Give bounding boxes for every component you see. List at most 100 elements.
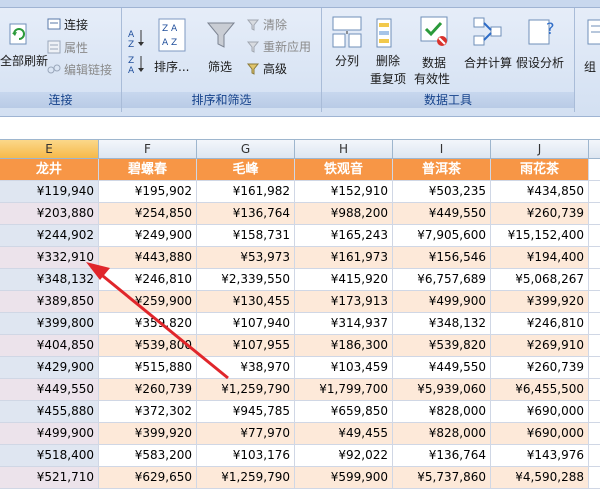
properties-button[interactable]: 属性 [64, 39, 88, 56]
clear-button[interactable]: 清除 [263, 16, 287, 33]
cell-g-row-7[interactable]: ¥107,940 [197, 313, 295, 335]
cell-g-row-8[interactable]: ¥107,955 [197, 335, 295, 357]
column-header-e[interactable]: E [0, 140, 99, 159]
cell-g-row-13[interactable]: ¥103,176 [197, 445, 295, 467]
cell-g-row-1[interactable]: ¥161,982 [197, 181, 295, 203]
consolidate-icon[interactable] [472, 16, 502, 48]
cell-e-row-7[interactable]: ¥399,800 [0, 313, 99, 335]
cell-i-row-8[interactable]: ¥539,820 [393, 335, 491, 357]
cell-h-row-13[interactable]: ¥92,022 [295, 445, 393, 467]
column-header-g[interactable]: G [197, 140, 295, 159]
column-header-h[interactable]: H [295, 140, 393, 159]
cell-i-row-4[interactable]: ¥156,546 [393, 247, 491, 269]
cell-i-row-12[interactable]: ¥828,000 [393, 423, 491, 445]
cell-f-row-9[interactable]: ¥515,880 [99, 357, 197, 379]
cell-j-row-4[interactable]: ¥194,400 [491, 247, 589, 269]
cell-e-row-11[interactable]: ¥455,880 [0, 401, 99, 423]
cell-k-row-4[interactable] [589, 247, 600, 269]
header-cell-j[interactable]: 雨花茶 [491, 159, 589, 181]
cell-h-row-3[interactable]: ¥165,243 [295, 225, 393, 247]
cell-j-row-11[interactable]: ¥690,000 [491, 401, 589, 423]
header-cell-e[interactable]: 龙井 [0, 159, 99, 181]
cell-e-row-14[interactable]: ¥521,710 [0, 467, 99, 489]
column-header-j[interactable]: J [491, 140, 589, 159]
cell-j-row-7[interactable]: ¥246,810 [491, 313, 589, 335]
cell-h-row-7[interactable]: ¥314,937 [295, 313, 393, 335]
cell-f-row-3[interactable]: ¥249,900 [99, 225, 197, 247]
cell-e-row-8[interactable]: ¥404,850 [0, 335, 99, 357]
cell-f-row-14[interactable]: ¥629,650 [99, 467, 197, 489]
cell-k-row-1[interactable] [589, 181, 600, 203]
cell-h-row-10[interactable]: ¥1,799,700 [295, 379, 393, 401]
cell-i-row-6[interactable]: ¥499,900 [393, 291, 491, 313]
cell-k-row-5[interactable] [589, 269, 600, 291]
cell-k-row-6[interactable] [589, 291, 600, 313]
cell-f-row-1[interactable]: ¥195,902 [99, 181, 197, 203]
cell-e-row-10[interactable]: ¥449,550 [0, 379, 99, 401]
cell-i-row-9[interactable]: ¥449,550 [393, 357, 491, 379]
cell-f-row-12[interactable]: ¥399,920 [99, 423, 197, 445]
cell-e-row-5[interactable]: ¥348,132 [0, 269, 99, 291]
cell-j-row-1[interactable]: ¥434,850 [491, 181, 589, 203]
cell-e-row-12[interactable]: ¥499,900 [0, 423, 99, 445]
cell-k-row-11[interactable] [589, 401, 600, 423]
advanced-button[interactable]: 高级 [263, 60, 287, 77]
cell-i-row-1[interactable]: ¥503,235 [393, 181, 491, 203]
sort-button[interactable]: 排序... [154, 58, 189, 75]
column-header-next[interactable] [589, 140, 600, 159]
cell-j-row-12[interactable]: ¥690,000 [491, 423, 589, 445]
cell-j-row-3[interactable]: ¥15,152,400 [491, 225, 589, 247]
cell-j-row-2[interactable]: ¥260,739 [491, 203, 589, 225]
cell-k-row-13[interactable] [589, 445, 600, 467]
filter-icon[interactable] [206, 20, 236, 50]
cell-i-row-10[interactable]: ¥5,939,060 [393, 379, 491, 401]
cell-h-row-9[interactable]: ¥103,459 [295, 357, 393, 379]
edit-links-button[interactable]: 编辑链接 [64, 61, 112, 78]
cell-e-row-3[interactable]: ¥244,902 [0, 225, 99, 247]
cell-k-row-10[interactable] [589, 379, 600, 401]
cell-f-row-8[interactable]: ¥539,800 [99, 335, 197, 357]
cell-e-row-6[interactable]: ¥389,850 [0, 291, 99, 313]
cell-f-row-10[interactable]: ¥260,739 [99, 379, 197, 401]
cell-k-row-7[interactable] [589, 313, 600, 335]
cell-h-row-8[interactable]: ¥186,300 [295, 335, 393, 357]
cell-f-row-5[interactable]: ¥246,810 [99, 269, 197, 291]
cell-f-row-2[interactable]: ¥254,850 [99, 203, 197, 225]
cell-f-row-6[interactable]: ¥259,900 [99, 291, 197, 313]
what-if-analysis-icon[interactable]: ? [528, 16, 558, 48]
text-to-columns-button[interactable]: 分列 [335, 52, 359, 69]
consolidate-button[interactable]: 合并计算 [464, 54, 512, 71]
data-validation-button[interactable]: 数据 [422, 54, 446, 71]
cell-h-row-5[interactable]: ¥415,920 [295, 269, 393, 291]
cell-j-row-8[interactable]: ¥269,910 [491, 335, 589, 357]
cell-h-row-1[interactable]: ¥152,910 [295, 181, 393, 203]
cell-i-row-14[interactable]: ¥5,737,860 [393, 467, 491, 489]
cell-g-row-4[interactable]: ¥53,973 [197, 247, 295, 269]
filter-button[interactable]: 筛选 [208, 58, 232, 75]
reapply-button[interactable]: 重新应用 [263, 38, 311, 55]
connections-button[interactable]: 连接 [64, 16, 88, 33]
data-validation-icon[interactable] [420, 16, 450, 48]
cell-j-row-13[interactable]: ¥143,976 [491, 445, 589, 467]
cell-g-row-5[interactable]: ¥2,339,550 [197, 269, 295, 291]
cell-i-row-2[interactable]: ¥449,550 [393, 203, 491, 225]
cell-h-row-6[interactable]: ¥173,913 [295, 291, 393, 313]
cell-e-row-1[interactable]: ¥119,940 [0, 181, 99, 203]
header-cell-f[interactable]: 碧螺春 [99, 159, 197, 181]
cell-j-row-5[interactable]: ¥5,068,267 [491, 269, 589, 291]
column-header-i[interactable]: I [393, 140, 491, 159]
cell-h-row-4[interactable]: ¥161,973 [295, 247, 393, 269]
cell-f-row-11[interactable]: ¥372,302 [99, 401, 197, 423]
header-cell-k[interactable] [589, 159, 600, 181]
cell-i-row-3[interactable]: ¥7,905,600 [393, 225, 491, 247]
cell-i-row-7[interactable]: ¥348,132 [393, 313, 491, 335]
header-cell-i[interactable]: 普洱茶 [393, 159, 491, 181]
cell-i-row-11[interactable]: ¥828,000 [393, 401, 491, 423]
cell-g-row-10[interactable]: ¥1,259,790 [197, 379, 295, 401]
sort-az-icon[interactable]: AZ [128, 28, 146, 50]
cell-i-row-13[interactable]: ¥136,764 [393, 445, 491, 467]
cell-h-row-12[interactable]: ¥49,455 [295, 423, 393, 445]
sort-za-icon[interactable]: ZA [128, 54, 146, 76]
cell-g-row-3[interactable]: ¥158,731 [197, 225, 295, 247]
cell-k-row-2[interactable] [589, 203, 600, 225]
